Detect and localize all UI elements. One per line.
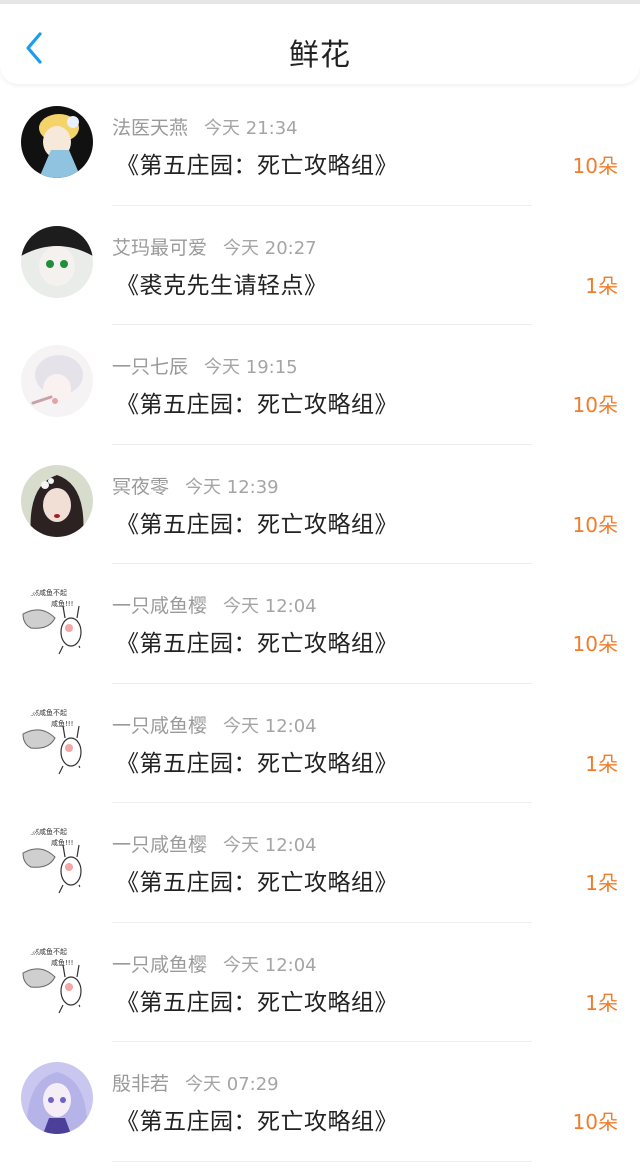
avatar[interactable] [21, 464, 93, 537]
list-item[interactable]: 一只七辰 今天 19:15 《第五庄园：死亡攻略组》 10朵 [0, 325, 640, 445]
list-item[interactable]: 艾玛最可爱 今天 20:27 《裘克先生请轻点》 1朵 [0, 206, 640, 325]
svg-text:咸鱼!!!: 咸鱼!!! [51, 719, 73, 728]
book-title[interactable]: 《第五庄园：死亡攻略组》 [116, 505, 398, 539]
user-name[interactable]: 一只七辰 [112, 356, 188, 378]
flower-count: 10朵 [572, 632, 618, 656]
timestamp: 今天 12:39 [185, 476, 279, 498]
avatar[interactable]: 虽然咸鱼不起 咸鱼!!! [21, 703, 93, 776]
svg-text:咸鱼!!!: 咸鱼!!! [51, 599, 73, 608]
book-title[interactable]: 《第五庄园：死亡攻略组》 [116, 385, 398, 419]
page-title: 鲜花 [289, 38, 351, 73]
list-item[interactable]: 虽然咸鱼不起 咸鱼!!! 一只咸鱼樱 今天 12:04 《第五庄园：死亡攻略组》 … [0, 923, 640, 1042]
avatar[interactable]: 虽然咸鱼不起 咸鱼!!! [21, 823, 93, 895]
svg-text:虽然咸鱼不起: 虽然咸鱼不起 [25, 588, 67, 597]
flower-count: 1朵 [585, 751, 618, 776]
timestamp: 今天 12:04 [223, 954, 317, 976]
avatar[interactable]: 虽然咸鱼不起 咸鱼!!! [21, 942, 93, 1015]
svg-text:咸鱼!!!: 咸鱼!!! [51, 958, 73, 967]
book-title[interactable]: 《第五庄园：死亡攻略组》 [116, 624, 398, 658]
flower-count: 1朵 [585, 871, 618, 895]
user-name[interactable]: 殷非若 [112, 1073, 169, 1095]
flower-count: 10朵 [572, 154, 618, 178]
timestamp: 今天 07:29 [185, 1074, 279, 1095]
list-item[interactable]: 冥夜零 今天 12:39 《第五庄园：死亡攻略组》 10朵 [0, 445, 640, 564]
timestamp: 今天 21:34 [204, 118, 298, 139]
user-name[interactable]: 一只咸鱼樱 [112, 715, 207, 737]
avatar[interactable] [21, 345, 93, 417]
avatar[interactable] [21, 225, 93, 298]
flower-list: 法医天燕 今天 21:34 《第五庄园：死亡攻略组》 10朵 艾玛最可爱 今天 20… [0, 86, 640, 1162]
book-title[interactable]: 《第五庄园：死亡攻略组》 [116, 983, 398, 1017]
book-title[interactable]: 《第五庄园：死亡攻略组》 [116, 744, 398, 778]
flower-count: 10朵 [572, 1110, 618, 1134]
user-name[interactable]: 一只咸鱼樱 [112, 595, 207, 617]
user-name[interactable]: 一只咸鱼樱 [112, 834, 207, 856]
avatar[interactable]: 虽然咸鱼不起 咸鱼!!! [21, 584, 93, 656]
divider [112, 1160, 532, 1162]
timestamp: 今天 12:04 [223, 715, 317, 737]
flower-count: 10朵 [572, 393, 618, 417]
user-name[interactable]: 冥夜零 [112, 476, 169, 498]
list-item[interactable]: 殷非若 今天 07:29 《第五庄园：死亡攻略组》 10朵 [0, 1042, 640, 1162]
book-title[interactable]: 《裘克先生请轻点》 [116, 266, 328, 300]
timestamp: 今天 12:04 [223, 835, 317, 856]
user-name[interactable]: 艾玛最可爱 [112, 237, 207, 259]
flower-count: 1朵 [585, 990, 618, 1015]
user-name[interactable]: 一只咸鱼樱 [112, 954, 207, 976]
book-title[interactable]: 《第五庄园：死亡攻略组》 [116, 1102, 398, 1136]
flower-count: 10朵 [572, 512, 618, 537]
timestamp: 今天 20:27 [223, 237, 317, 259]
user-name[interactable]: 法医天燕 [112, 117, 188, 139]
svg-text:虽然咸鱼不起: 虽然咸鱼不起 [25, 827, 67, 836]
svg-text:虽然咸鱼不起: 虽然咸鱼不起 [25, 708, 67, 717]
book-title[interactable]: 《第五庄园：死亡攻略组》 [116, 146, 398, 180]
svg-text:咸鱼!!!: 咸鱼!!! [51, 838, 73, 847]
timestamp: 今天 19:15 [204, 357, 298, 378]
timestamp: 今天 12:04 [223, 596, 317, 617]
avatar[interactable] [21, 1062, 93, 1134]
header-bar: 鲜花 [0, 4, 640, 84]
list-item[interactable]: 虽然咸鱼不起 咸鱼!!! 一只咸鱼樱 今天 12:04 《第五庄园：死亡攻略组》 … [0, 564, 640, 684]
list-item[interactable]: 虽然咸鱼不起 咸鱼!!! 一只咸鱼樱 今天 12:04 《第五庄园：死亡攻略组》 … [0, 684, 640, 803]
list-item[interactable]: 法医天燕 今天 21:34 《第五庄园：死亡攻略组》 10朵 [0, 86, 640, 206]
avatar[interactable] [21, 106, 93, 178]
flower-count: 1朵 [585, 273, 618, 298]
svg-text:虽然咸鱼不起: 虽然咸鱼不起 [25, 947, 67, 956]
book-title[interactable]: 《第五庄园：死亡攻略组》 [116, 863, 398, 897]
list-item[interactable]: 虽然咸鱼不起 咸鱼!!! 一只咸鱼樱 今天 12:04 《第五庄园：死亡攻略组》 … [0, 803, 640, 923]
